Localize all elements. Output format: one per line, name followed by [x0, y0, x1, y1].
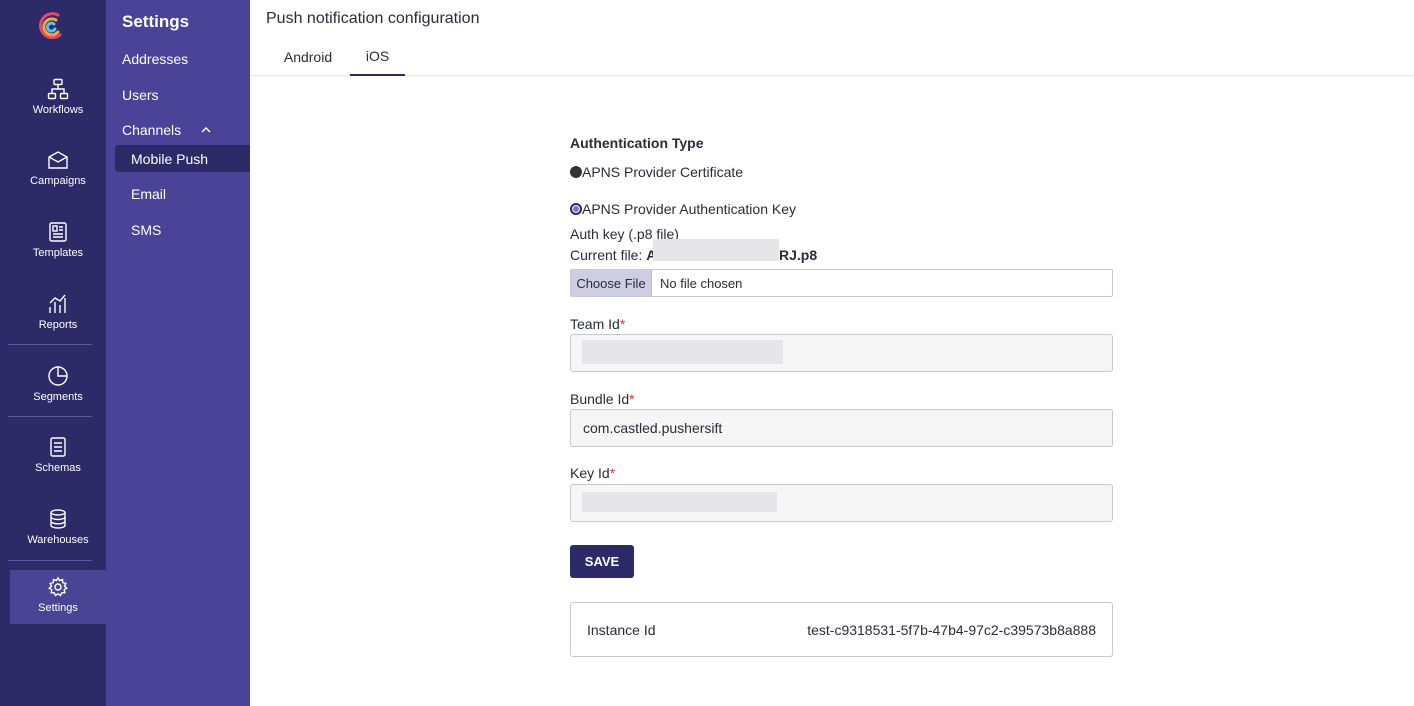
- rail-item-campaigns[interactable]: Campaigns: [10, 143, 106, 197]
- icon-rail: Workflows Campaigns Templates Reports Se…: [0, 0, 106, 706]
- team-id-label: Team Id*: [570, 316, 625, 332]
- instance-id-card: Instance Id test-c9318531-5f7b-47b4-97c2…: [570, 602, 1113, 657]
- required-mark: *: [629, 391, 635, 407]
- choose-file-button[interactable]: Choose File: [571, 270, 652, 296]
- chart-icon: [49, 294, 66, 313]
- save-button[interactable]: SAVE: [570, 545, 634, 578]
- rail-item-segments[interactable]: Segments: [10, 359, 106, 413]
- workflow-icon: [47, 78, 69, 100]
- campaign-icon: [48, 151, 68, 169]
- sidebar-item-sms[interactable]: SMS: [115, 216, 250, 243]
- redacted-team-id: [582, 340, 783, 364]
- sidebar-item-users[interactable]: Users: [122, 87, 159, 103]
- settings-sidebar: Settings Addresses Users Channels Mobile…: [106, 0, 250, 706]
- rail-item-workflows[interactable]: Workflows: [10, 72, 106, 126]
- rail-label: Workflows: [32, 104, 84, 116]
- bundle-id-value: com.castled.pushersift: [583, 420, 723, 436]
- radio-label: APNS Provider Certificate: [582, 164, 744, 180]
- rail-label: Campaigns: [30, 175, 86, 187]
- rail-label: Reports: [38, 319, 78, 331]
- sidebar-item-mobile-push[interactable]: Mobile Push: [115, 145, 250, 172]
- current-file-prefix: Current file:: [570, 247, 643, 263]
- radio-provider-auth-key[interactable]: APNS Provider Authentication Key: [570, 201, 796, 217]
- rail-divider: [8, 416, 92, 417]
- auth-key-file-input[interactable]: Choose File No file chosen: [570, 269, 1113, 297]
- radio-provider-certificate[interactable]: APNS Provider Certificate: [570, 164, 743, 180]
- sidebar-title: Settings: [122, 12, 190, 31]
- page-title: Push notification configuration: [266, 10, 480, 27]
- page-header: Push notification configuration Android …: [250, 0, 1414, 76]
- team-id-label-text: Team Id: [570, 316, 620, 332]
- bundle-id-field[interactable]: com.castled.pushersift: [570, 409, 1113, 447]
- rail-item-reports[interactable]: Reports: [10, 287, 106, 341]
- sidebar-item-addresses[interactable]: Addresses: [122, 51, 188, 67]
- redacted-filename: [653, 239, 779, 261]
- rail-item-warehouses[interactable]: Warehouses: [10, 502, 106, 556]
- gear-icon: [48, 576, 68, 597]
- bundle-id-label: Bundle Id*: [570, 391, 635, 407]
- file-status: No file chosen: [660, 275, 743, 291]
- required-mark: *: [609, 465, 616, 481]
- rail-item-templates[interactable]: Templates: [10, 215, 106, 269]
- current-file-suffix: RJ.p8: [779, 247, 818, 263]
- instance-id-label: Instance Id: [587, 621, 656, 638]
- chevron-up-icon[interactable]: [200, 124, 212, 136]
- database-icon: [50, 509, 66, 529]
- instance-id-value: test-c9318531-5f7b-47b4-97c2-c39573b8a88…: [807, 621, 1096, 638]
- pie-icon: [48, 366, 68, 386]
- rail-item-settings[interactable]: Settings: [10, 570, 106, 624]
- radio-label: APNS Provider Authentication Key: [582, 201, 797, 217]
- current-file-row: Current file: A: [570, 247, 656, 263]
- template-icon: [49, 222, 67, 242]
- rail-label: Segments: [33, 391, 83, 403]
- document-icon: [50, 437, 66, 457]
- rail-divider: [8, 344, 92, 345]
- bundle-id-label-text: Bundle Id: [570, 391, 630, 407]
- sidebar-item-email[interactable]: Email: [115, 180, 250, 207]
- radio-button-selected[interactable]: [570, 203, 582, 215]
- content-area: Authentication Type APNS Provider Certif…: [250, 76, 1414, 706]
- rail-label: Settings: [38, 602, 78, 614]
- key-id-label-text: Key Id: [570, 465, 610, 481]
- sidebar-item-channels[interactable]: Channels: [122, 122, 181, 138]
- tab-ios[interactable]: iOS: [350, 38, 405, 76]
- rail-item-schemas[interactable]: Schemas: [10, 430, 106, 484]
- rail-divider: [8, 560, 92, 561]
- main-panel: Push notification configuration Android …: [250, 0, 1414, 706]
- auth-type-label: Authentication Type: [570, 135, 704, 151]
- tab-android[interactable]: Android: [266, 38, 350, 76]
- redacted-key-id: [582, 492, 777, 512]
- radio-button[interactable]: [570, 166, 582, 178]
- rail-label: Schemas: [35, 462, 81, 474]
- required-mark: *: [619, 316, 626, 332]
- app-logo-icon[interactable]: [36, 9, 66, 43]
- rail-label: Templates: [32, 247, 84, 259]
- rail-label: Warehouses: [27, 534, 89, 546]
- key-id-label: Key Id*: [570, 465, 615, 481]
